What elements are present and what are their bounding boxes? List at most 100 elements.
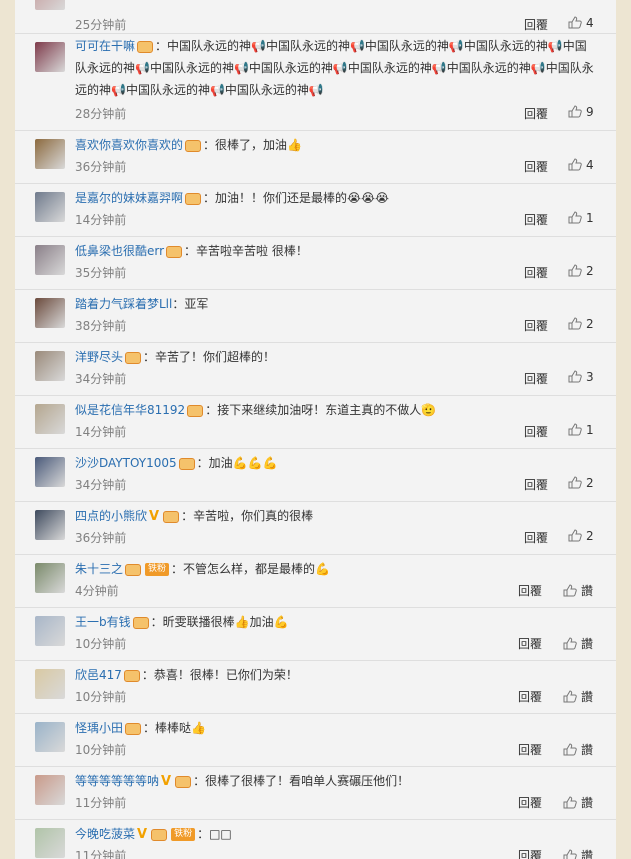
username-link[interactable]: 喜欢你喜欢你喜欢的	[75, 138, 183, 152]
thumbs-up-icon	[568, 476, 582, 489]
like-button[interactable]: 讚	[563, 794, 593, 811]
reply-button[interactable]: 回覆	[524, 317, 548, 334]
avatar[interactable]	[35, 510, 65, 540]
avatar[interactable]	[35, 722, 65, 752]
like-button[interactable]: 讚	[563, 847, 593, 859]
like-button[interactable]: 2	[568, 317, 594, 331]
like-count: 3	[586, 370, 594, 384]
like-button[interactable]: 讚	[563, 635, 593, 652]
username-link[interactable]: 洋野尽头	[75, 350, 123, 364]
comment-text: 踏着力气踩着梦Lll：亚军	[75, 293, 596, 315]
comment-time: 34分钟前	[75, 478, 127, 492]
comment-text: 等等等等等等呐 V ：很棒了很棒了！看咱单人赛碾压他们！	[75, 770, 596, 793]
comment-item: 怪瑀小田 ：棒棒哒👍 10分钟前 回覆 讚	[15, 714, 616, 767]
reply-button[interactable]: 回覆	[518, 635, 542, 652]
username-link[interactable]: 欣邑417	[75, 668, 122, 682]
member-badge-icon	[125, 722, 142, 735]
comment-body: ：昕雯联播很棒👍加油💪	[150, 615, 289, 629]
username-link[interactable]: 四点的小熊欣	[75, 509, 147, 523]
reply-button[interactable]: 回覆	[524, 158, 548, 175]
like-count: 2	[586, 476, 594, 490]
comment-time: 25分钟前	[75, 18, 127, 32]
thumbs-up-icon	[563, 796, 577, 809]
comment-time: 11分钟前	[75, 796, 127, 810]
like-count: 讚	[581, 637, 594, 651]
username-link[interactable]: 怪瑀小田	[75, 721, 123, 735]
like-button[interactable]: 讚	[563, 741, 593, 758]
like-button[interactable]: 2	[568, 476, 594, 490]
reply-button[interactable]: 回覆	[524, 476, 548, 493]
username-link[interactable]: 等等等等等等呐	[75, 774, 159, 788]
reply-button[interactable]: 回覆	[518, 688, 542, 705]
username-link[interactable]: 可可在干嘛	[75, 39, 135, 53]
comment-text: 似是花信年华81192 ：接下来继续加油呀！东道主真的不做人🫡	[75, 399, 596, 421]
avatar[interactable]	[35, 192, 65, 222]
like-count: 讚	[581, 743, 594, 757]
username-link[interactable]: 低鼻梁也很酷err	[75, 244, 164, 258]
reply-button[interactable]: 回覆	[524, 211, 548, 228]
like-button[interactable]: 4	[568, 16, 594, 30]
like-button[interactable]: 9	[568, 105, 594, 119]
reply-button[interactable]: 回覆	[524, 423, 548, 440]
avatar[interactable]	[35, 828, 65, 858]
comment-item: 等等等等等等呐 V ：很棒了很棒了！看咱单人赛碾压他们！ 11分钟前 回覆 讚	[15, 767, 616, 820]
comment-time: 34分钟前	[75, 372, 127, 386]
username-link[interactable]: 是嘉尔的妹妹嘉羿啊	[75, 191, 183, 205]
username-link[interactable]: 王一b有钱	[75, 615, 131, 629]
avatar[interactable]	[35, 0, 65, 10]
avatar[interactable]	[35, 298, 65, 328]
avatar[interactable]	[35, 139, 65, 169]
reply-button[interactable]: 回覆	[518, 794, 542, 811]
reply-button[interactable]: 回覆	[524, 529, 548, 546]
avatar[interactable]	[35, 616, 65, 646]
comment-time: 35分钟前	[75, 266, 127, 280]
comment-item: 是嘉尔的妹妹嘉羿啊 ：加油！！你们还是最棒的😭😭😭 14分钟前 回覆 1	[15, 184, 616, 237]
like-button[interactable]: 1	[568, 423, 594, 437]
like-button[interactable]: 讚	[563, 582, 593, 599]
like-button[interactable]: 2	[568, 529, 594, 543]
username-link[interactable]: 今晚吃菠菜	[75, 827, 135, 841]
comment-body: ：加油💪💪💪	[196, 456, 278, 470]
like-count: 讚	[581, 690, 594, 704]
reply-button[interactable]: 回覆	[518, 847, 542, 859]
like-count: 2	[586, 529, 594, 543]
reply-button[interactable]: 回覆	[524, 105, 548, 122]
like-button[interactable]: 2	[568, 264, 594, 278]
avatar[interactable]	[35, 669, 65, 699]
avatar[interactable]	[35, 563, 65, 593]
avatar[interactable]	[35, 457, 65, 487]
avatar[interactable]	[35, 245, 65, 275]
username-link[interactable]: 踏着力气踩着梦Lll	[75, 297, 172, 311]
reply-button[interactable]: 回覆	[524, 264, 548, 281]
avatar[interactable]	[35, 42, 65, 72]
reply-button[interactable]: 回覆	[518, 741, 542, 758]
like-button[interactable]: 4	[568, 158, 594, 172]
comment-text: 是嘉尔的妹妹嘉羿啊 ：加油！！你们还是最棒的😭😭😭	[75, 187, 596, 209]
username-link[interactable]: 似是花信年华81192	[75, 403, 185, 417]
thumbs-up-icon	[568, 16, 582, 29]
comment-text: 欣邑417 ：恭喜！很棒！已你们为荣！	[75, 664, 596, 686]
like-count: 4	[586, 16, 594, 30]
comment-time: 28分钟前	[75, 107, 127, 121]
comment-item: 25分钟前 回覆 4	[15, 0, 616, 34]
comment-text: 四点的小熊欣 V ：辛苦啦，你们真的很棒	[75, 505, 596, 528]
thumbs-up-icon	[568, 158, 582, 171]
reply-button[interactable]: 回覆	[524, 370, 548, 387]
like-button[interactable]: 1	[568, 211, 594, 225]
like-button[interactable]: 3	[568, 370, 594, 384]
comment-time: 14分钟前	[75, 425, 127, 439]
member-badge-icon	[132, 616, 149, 629]
comment-item: 喜欢你喜欢你喜欢的 ：很棒了，加油👍 36分钟前 回覆 4	[15, 131, 616, 184]
vip-icon: V	[161, 773, 172, 789]
comment-text: 洋野尽头 ：辛苦了！你们超棒的！	[75, 346, 596, 368]
like-button[interactable]: 讚	[563, 688, 593, 705]
avatar[interactable]	[35, 351, 65, 381]
avatar[interactable]	[35, 404, 65, 434]
username-link[interactable]: 沙沙DAYTOY1005	[75, 456, 177, 470]
reply-button[interactable]: 回覆	[518, 582, 542, 599]
member-badge-icon	[125, 351, 142, 364]
username-link[interactable]: 朱十三之	[75, 562, 123, 576]
thumbs-up-icon	[568, 105, 582, 118]
avatar[interactable]	[35, 775, 65, 805]
reply-button[interactable]: 回覆	[524, 16, 548, 33]
